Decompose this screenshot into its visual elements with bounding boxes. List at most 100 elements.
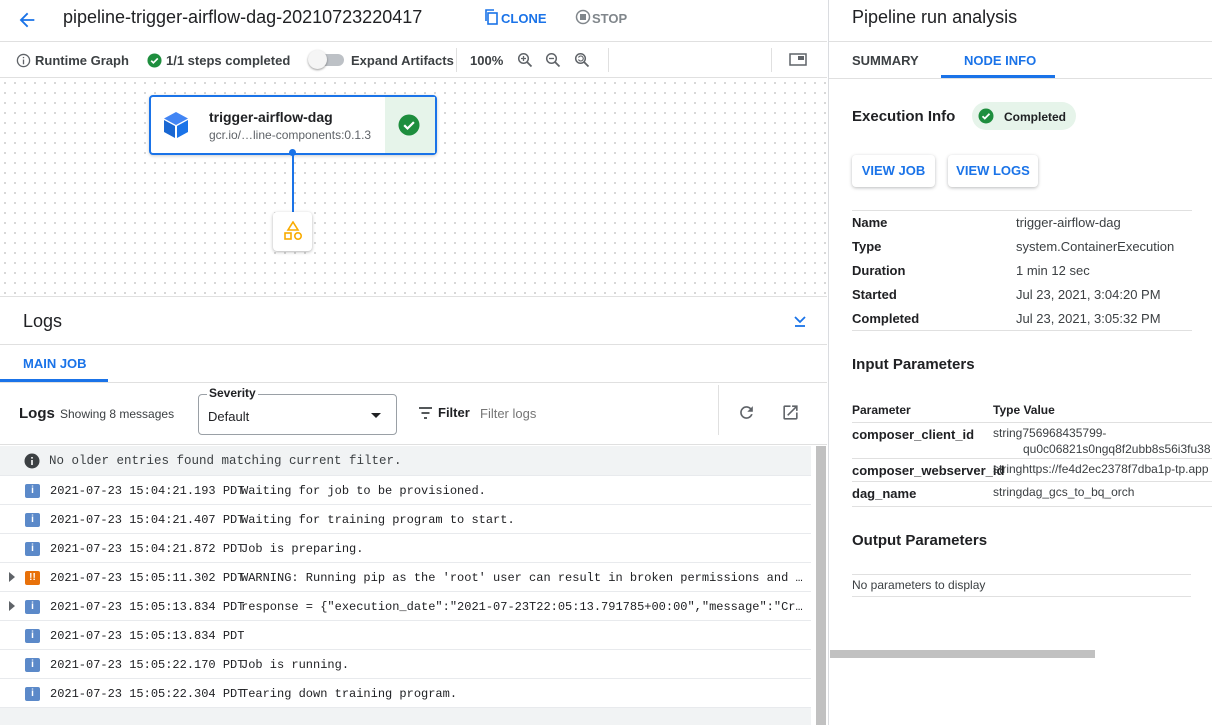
zoom-in-icon[interactable] (517, 52, 533, 68)
back-arrow-icon[interactable] (16, 9, 38, 31)
output-params-line (852, 574, 1191, 575)
info-severity-icon: i (25, 484, 40, 498)
filter-icon[interactable] (418, 406, 433, 420)
tab-main-job[interactable]: MAIN JOB (0, 345, 108, 382)
info-value: 1 min 12 sec (1016, 263, 1090, 278)
info-value: trigger-airflow-dag (1016, 215, 1121, 230)
output-params-line (852, 596, 1191, 597)
shapes-icon (283, 221, 303, 241)
param-name: composer_client_id (852, 427, 975, 442)
check-circle-icon (978, 108, 994, 124)
toolbar-divider (608, 48, 609, 72)
logs-label: Logs (19, 405, 55, 422)
runtime-graph-label: Runtime Graph (35, 53, 129, 68)
info-severity-icon: i (25, 600, 40, 614)
log-message: Waiting for training program to start. (241, 513, 515, 527)
expand-artifacts-label: Expand Artifacts (351, 53, 454, 68)
expand-triangle-icon[interactable] (9, 572, 15, 582)
tab-summary[interactable]: SUMMARY (829, 42, 939, 78)
refresh-icon[interactable] (737, 403, 756, 422)
param-name: dag_name (852, 486, 917, 501)
log-timestamp: 2021-07-23 15:04:21.407 PDT (50, 513, 245, 527)
param-name: composer_webserver_id (852, 463, 1005, 478)
logs-bottom-area (0, 708, 811, 725)
severity-select[interactable]: Severity Default (198, 386, 397, 435)
log-timestamp: 2021-07-23 15:05:11.302 PDT (50, 571, 245, 585)
cube-icon (163, 111, 189, 139)
info-label: Completed (852, 311, 920, 326)
stop-icon (575, 9, 591, 25)
collapse-chevron-icon[interactable] (792, 313, 808, 329)
zoom-out-icon[interactable] (545, 52, 561, 68)
log-message: Tearing down training program. (241, 687, 458, 701)
expand-triangle-icon[interactable] (9, 601, 15, 611)
info-severity-icon: i (25, 629, 40, 643)
param-value: stringhttps://fe4d2ec2378f7dba1p-tp.app (993, 462, 1209, 476)
log-message: Job is running. (241, 658, 350, 672)
info-label: Type (852, 239, 882, 254)
logs-divider (0, 444, 827, 445)
warning-severity-icon: !! (25, 571, 40, 585)
log-message: WARNING: Running pip as the 'root' user … (241, 571, 806, 585)
view-logs-button[interactable]: VIEW LOGS (948, 155, 1038, 187)
info-severity-icon: i (25, 658, 40, 672)
severity-value: Default (208, 409, 250, 424)
param-value: string756968435799- (993, 426, 1107, 440)
input-params-title: Input Parameters (852, 356, 975, 373)
pipeline-run-analysis-panel: Pipeline run analysis SUMMARY NODE INFO … (828, 0, 1212, 725)
stop-button[interactable]: STOP (575, 9, 635, 29)
execution-info-label: Execution Info (852, 108, 956, 125)
minimap-icon[interactable] (789, 52, 807, 68)
output-params-title: Output Parameters (852, 532, 988, 549)
log-timestamp: 2021-07-23 15:04:21.872 PDT (50, 542, 245, 556)
page-header: pipeline-trigger-airflow-dag-20210723220… (0, 0, 827, 42)
info-filled-icon (24, 453, 40, 469)
graph-node-trigger-airflow-dag[interactable]: trigger-airflow-dag gcr.io/…line-compone… (149, 95, 437, 155)
panel-title: Pipeline run analysis (852, 7, 1018, 27)
log-row: i 2021-07-23 15:04:21.407 PDT Waiting for … (0, 505, 811, 534)
param-row-divider (852, 506, 1212, 507)
graph-artifact-node[interactable] (273, 212, 312, 251)
horizontal-scrollbar[interactable] (830, 650, 1095, 658)
param-value-continued: qu0c06821s0ngq8f2ubb8s56i3fu38 (1023, 442, 1211, 456)
info-value: Jul 23, 2021, 3:04:20 PM (1016, 287, 1161, 302)
log-message: response = {"execution_date":"2021-07-23… (241, 600, 806, 614)
info-severity-icon: i (25, 542, 40, 556)
log-row[interactable]: i 2021-07-23 15:05:13.834 PDT response = {… (0, 592, 811, 621)
info-value: system.ContainerExecution (1016, 239, 1175, 254)
clone-label: CLONE (501, 11, 547, 26)
open-in-new-icon[interactable] (781, 403, 800, 422)
logs-vertical-scrollbar[interactable] (816, 446, 826, 725)
panel-divider (829, 78, 1212, 79)
no-older-entries-row: No older entries found matching current … (0, 446, 811, 476)
toolbar-divider (456, 48, 457, 72)
param-row-divider (852, 481, 1212, 482)
info-label: Started (852, 287, 897, 302)
log-row[interactable]: !! 2021-07-23 15:05:11.302 PDT WARNING: Ru… (0, 563, 811, 592)
filter-input[interactable] (480, 401, 710, 425)
zoom-level: 100% (470, 53, 504, 68)
expand-artifacts-toggle[interactable] (308, 50, 344, 69)
zoom-reset-icon[interactable] (574, 52, 590, 68)
log-timestamp: 2021-07-23 15:05:22.170 PDT (50, 658, 245, 672)
param-value: stringdag_gcs_to_bq_orch (993, 485, 1135, 499)
toolbar-divider (771, 48, 772, 72)
tab-node-info[interactable]: NODE INFO (941, 42, 1055, 78)
log-message: Waiting for job to be provisioned. (241, 484, 486, 498)
graph-edge-dot (289, 149, 296, 156)
info-label: Duration (852, 263, 906, 278)
copy-icon (484, 9, 498, 25)
tab-main-job-label: MAIN JOB (23, 356, 87, 371)
graph-edge (292, 154, 294, 212)
logs-count: Showing 8 messages (60, 407, 175, 421)
param-row-divider (852, 458, 1212, 459)
info-label: Name (852, 215, 888, 230)
info-icon[interactable] (16, 53, 31, 68)
log-timestamp: 2021-07-23 15:05:22.304 PDT (50, 687, 245, 701)
info-severity-icon: i (25, 513, 40, 527)
tab-summary-label: SUMMARY (852, 53, 919, 68)
info-value: Jul 23, 2021, 3:05:32 PM (1016, 311, 1161, 326)
view-job-button[interactable]: VIEW JOB (852, 155, 935, 187)
log-timestamp: 2021-07-23 15:05:13.834 PDT (50, 600, 245, 614)
param-column-header: Parameter (852, 403, 911, 417)
